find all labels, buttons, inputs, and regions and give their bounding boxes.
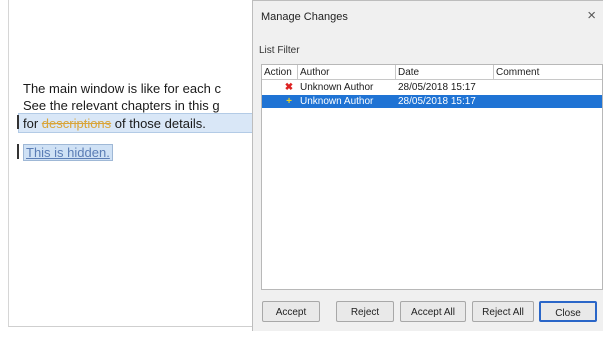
column-header-comment[interactable]: Comment — [494, 65, 602, 80]
manage-changes-dialog: Manage Changes × List Filter Action Auth… — [252, 0, 603, 331]
dialog-title: Manage Changes — [261, 11, 348, 23]
column-header-action[interactable]: Action — [262, 65, 298, 80]
changes-list[interactable]: Action Author Date Comment ✖ Unknown Aut… — [261, 64, 603, 290]
doc-text-line-1: The main window is like for each c — [23, 81, 221, 96]
change-bar — [17, 144, 19, 159]
doc-text-line-2: See the relevant chapters in this g — [23, 98, 220, 113]
deleted-text: descriptions — [41, 116, 112, 131]
doc-text-prefix: for — [23, 116, 42, 131]
table-row[interactable]: ✖ Unknown Author 28/05/2018 15:17 — [262, 81, 602, 94]
doc-text-line-3: for descriptions of those details. — [23, 116, 206, 131]
document-area[interactable]: The main window is like for each c See t… — [8, 0, 262, 327]
column-header-date[interactable]: Date — [396, 65, 494, 80]
insert-icon: + — [286, 96, 292, 107]
close-button[interactable]: Close — [539, 301, 597, 322]
doc-text-suffix: of those details. — [111, 116, 206, 131]
reject-button[interactable]: Reject — [336, 301, 394, 322]
row-author: Unknown Author — [300, 82, 374, 93]
row-date: 28/05/2018 15:17 — [398, 82, 476, 93]
close-icon[interactable]: × — [587, 7, 596, 24]
row-author: Unknown Author — [300, 96, 374, 107]
doc-text-line-4: This is hidden. — [23, 144, 113, 161]
hidden-text[interactable]: This is hidden. — [23, 144, 113, 161]
table-row[interactable]: + Unknown Author 28/05/2018 15:17 — [262, 95, 602, 108]
accept-all-button[interactable]: Accept All — [400, 301, 466, 322]
reject-all-button[interactable]: Reject All — [472, 301, 534, 322]
accept-button[interactable]: Accept — [262, 301, 320, 322]
change-bar — [17, 115, 19, 129]
tab-bar[interactable]: List Filter — [259, 45, 300, 56]
row-date: 28/05/2018 15:17 — [398, 96, 476, 107]
delete-icon: ✖ — [284, 82, 294, 93]
column-header-author[interactable]: Author — [298, 65, 396, 80]
